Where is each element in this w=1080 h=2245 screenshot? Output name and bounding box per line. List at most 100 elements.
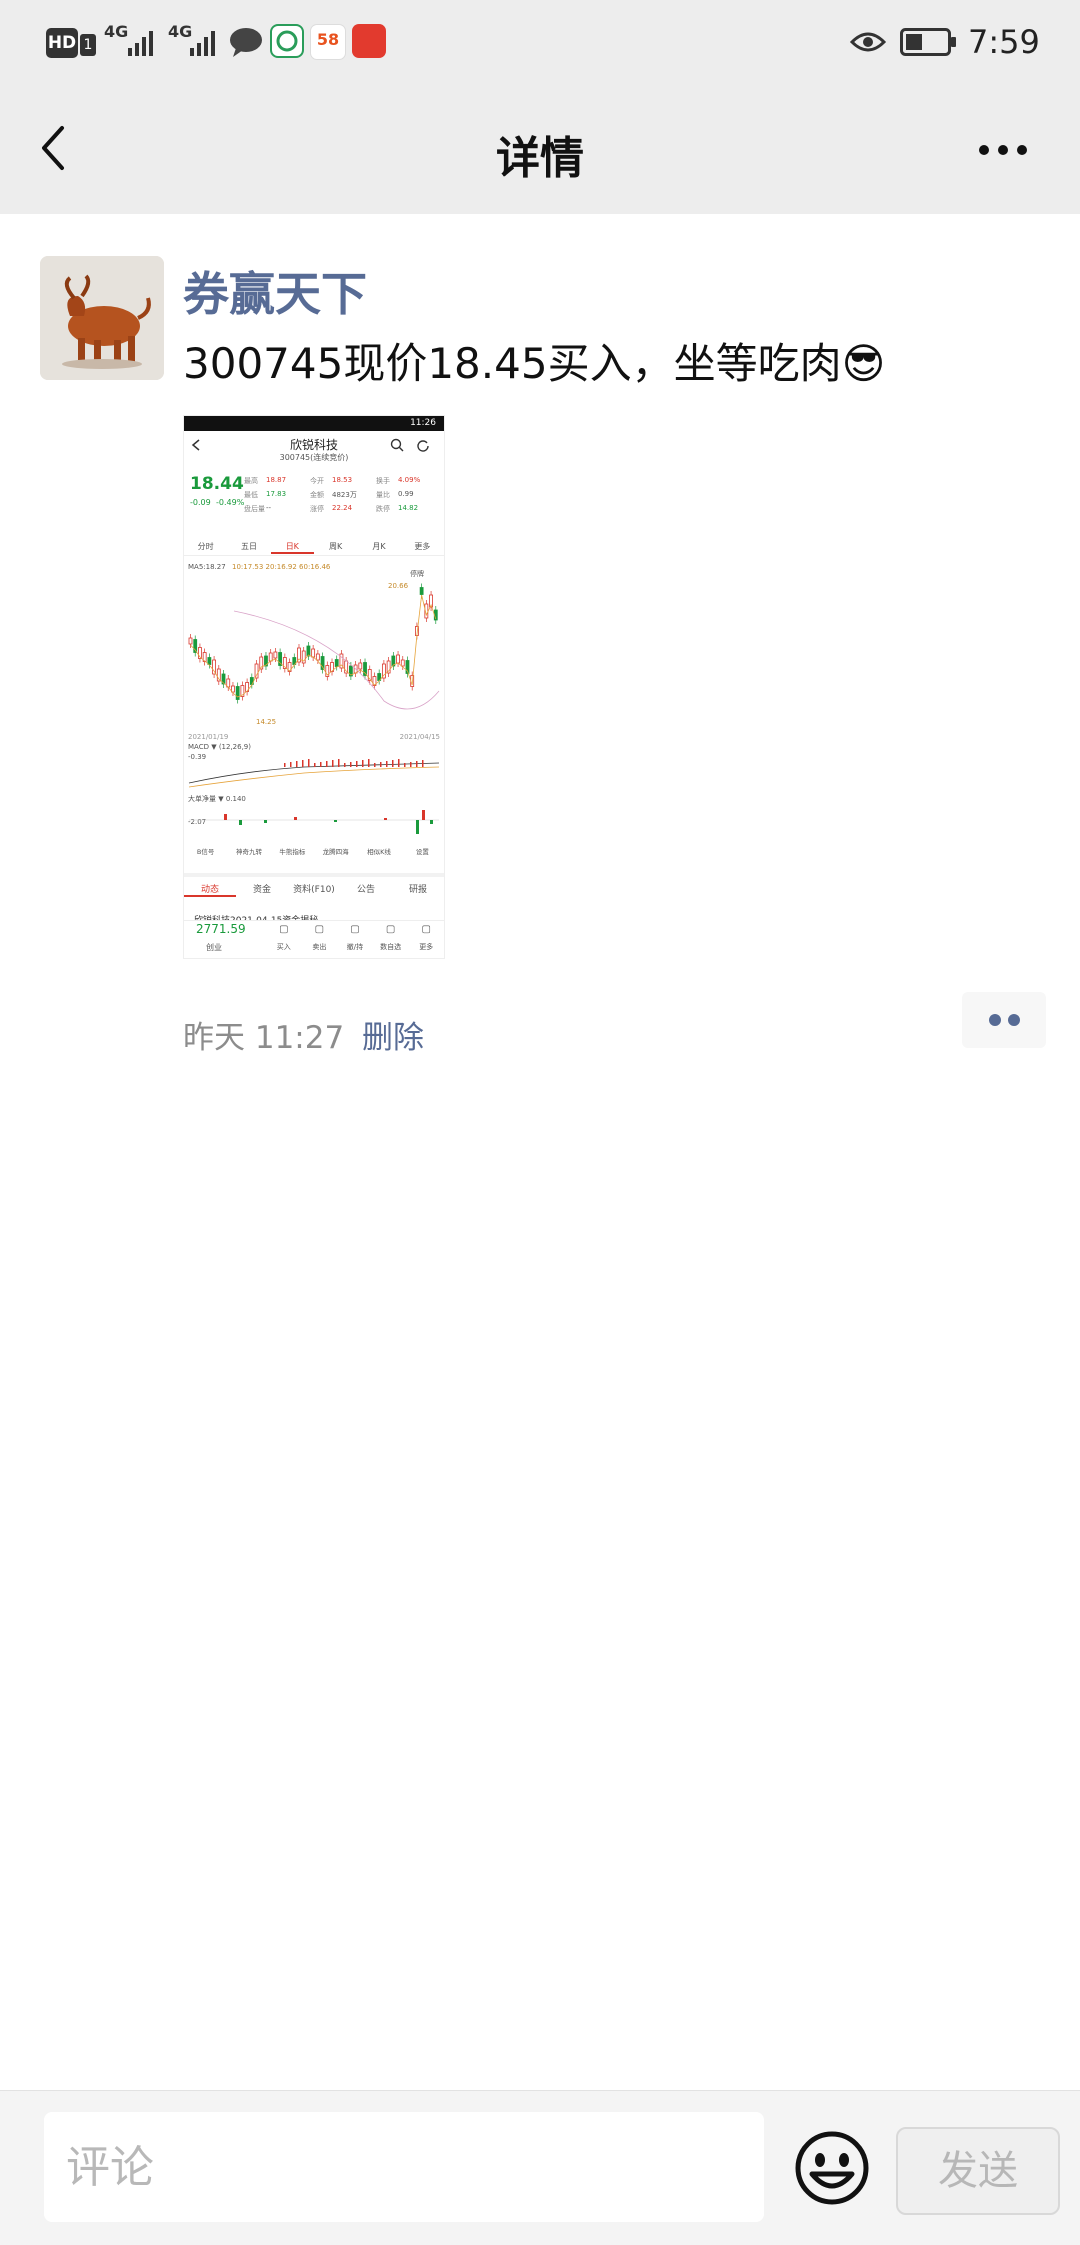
trade-action[interactable]: 撤/持 xyxy=(337,942,373,952)
image-status-time: 11:26 xyxy=(410,418,436,428)
chart-tab[interactable]: 月K xyxy=(357,541,400,552)
high-marker: 20.66 xyxy=(388,582,409,590)
candle xyxy=(273,651,278,659)
candle xyxy=(396,654,400,664)
candle xyxy=(235,686,240,700)
candle xyxy=(188,637,193,645)
chart-tab[interactable]: 更多 xyxy=(401,541,444,552)
author-name[interactable]: 券赢天下 xyxy=(183,258,367,324)
macd-bar xyxy=(302,760,304,767)
info-tab[interactable]: 资金 xyxy=(236,882,288,895)
helmet-emoji: 😎 xyxy=(841,339,886,388)
refresh-icon xyxy=(417,440,429,452)
comment-input-box[interactable] xyxy=(44,2112,768,2222)
signal-tool[interactable]: 相似K线 xyxy=(357,846,400,856)
fund-bar xyxy=(384,818,387,820)
signal-icon xyxy=(188,26,222,62)
info-tab[interactable]: 研报 xyxy=(392,882,444,895)
page-title: 详情 xyxy=(496,133,584,184)
signal-tool[interactable]: 龙腾四海 xyxy=(314,846,357,856)
info-tab[interactable]: 动态 xyxy=(184,882,236,897)
info-tab[interactable]: 公告 xyxy=(340,882,392,895)
fund-bar xyxy=(239,820,242,825)
macd-bar xyxy=(284,763,286,767)
top-bar: HD 1 4G 4G 58 7:59 详情 xyxy=(0,0,1080,214)
candle xyxy=(358,662,363,670)
stat-label: 最高 xyxy=(244,477,258,485)
stat-value: 4823万 xyxy=(332,491,357,499)
trade-action[interactable]: 更多 xyxy=(408,942,444,952)
trade-action[interactable]: 买入 xyxy=(266,942,302,952)
comment-like-button[interactable] xyxy=(962,992,1046,1048)
emoji-button[interactable] xyxy=(792,2128,872,2208)
info-tab[interactable]: 资料(F10) xyxy=(288,882,340,895)
trade-action[interactable]: 数自选 xyxy=(373,942,409,952)
low-marker: 14.25 xyxy=(256,718,277,726)
bull-statue-icon xyxy=(40,256,164,380)
more-button[interactable] xyxy=(974,132,1034,168)
resume-label: 停牌 xyxy=(410,570,424,578)
macd-bar xyxy=(380,762,382,767)
app-58-icon: 58 xyxy=(310,24,346,60)
fund-bar xyxy=(294,817,297,820)
candle xyxy=(334,659,339,667)
delete-link[interactable]: 删除 xyxy=(362,1012,424,1057)
macd-bar xyxy=(374,763,376,767)
stat-label: 今开 xyxy=(310,477,324,485)
stock-name: 欣锐科技 xyxy=(289,438,338,452)
chart-tab[interactable]: 分时 xyxy=(184,541,227,552)
ma-others: 10:17.53 20:16.92 60:16.46 xyxy=(232,563,331,571)
signal-icon xyxy=(126,26,160,62)
stat-value: 0.99 xyxy=(398,490,414,498)
fund-bar xyxy=(334,820,337,822)
chart-tab[interactable]: 五日 xyxy=(227,541,270,552)
stat-label: 量比 xyxy=(376,491,390,499)
info-tabs: 动态 资金 资料(F10) 公告 研报 xyxy=(184,873,444,899)
change: -0.09 xyxy=(190,498,211,507)
signal-tool[interactable]: 神奇九转 xyxy=(227,846,270,856)
comment-input[interactable] xyxy=(44,2112,768,2222)
chart-tab[interactable]: 周K xyxy=(314,541,357,552)
avatar[interactable] xyxy=(40,256,164,380)
macd-chart xyxy=(188,759,440,788)
post-content: 300745现价18.45买入，坐等吃肉😎 xyxy=(183,330,885,391)
trade-action[interactable]: 卖出 xyxy=(302,942,338,952)
chart-tab[interactable]: 日K xyxy=(270,541,314,554)
stat-label: 涨停 xyxy=(310,505,324,513)
macd-bar xyxy=(326,761,328,767)
macd-bar xyxy=(320,762,322,767)
battery-icon xyxy=(900,26,958,62)
macd-bar xyxy=(368,759,370,767)
sim-index: 1 xyxy=(80,34,96,56)
fund-bar xyxy=(422,810,425,820)
fund-flow-chart xyxy=(189,810,439,834)
macd-bar xyxy=(314,763,316,767)
macd-bar xyxy=(350,762,352,767)
image-status-bar xyxy=(184,416,444,431)
post-image[interactable]: 11:26 欣锐科技 300745(连续竞价) 18.44 -0.09 -0.4… xyxy=(183,415,445,959)
stat-label: 换手 xyxy=(376,477,390,485)
fund-bar xyxy=(416,820,419,834)
signal-tool[interactable]: B信号 xyxy=(184,846,227,856)
trade-actions: ▢ 买入 ▢ 卖出 ▢ 撤/持 ▢ 数自选 ▢ 更多 xyxy=(266,922,444,956)
macd-bar xyxy=(410,762,412,767)
signal-tool[interactable]: 设置 xyxy=(401,846,444,856)
signal-tool[interactable]: 牛熊指标 xyxy=(271,846,314,856)
eye-comfort-icon xyxy=(849,28,887,60)
fund-bar xyxy=(224,814,227,820)
macd-signal-line xyxy=(188,766,440,788)
candle xyxy=(400,659,405,667)
two-dots-icon xyxy=(989,1014,1020,1026)
stat-label: 金额 xyxy=(310,491,324,499)
macd-bar xyxy=(362,760,364,767)
stat-value: 18.53 xyxy=(332,476,353,484)
stat-value: 18.87 xyxy=(266,476,287,484)
send-button[interactable]: 发送 xyxy=(896,2127,1060,2215)
smiley-icon xyxy=(795,2131,869,2205)
change-pct: -0.49% xyxy=(216,498,245,507)
macd-bar xyxy=(416,761,418,767)
action-icon: ▢ xyxy=(350,924,360,935)
action-icon: ▢ xyxy=(314,924,325,935)
signal-tools: B信号 神奇九转 牛熊指标 龙腾四海 相似K线 设置 xyxy=(184,844,444,860)
index-value: 2771.59 xyxy=(196,922,246,936)
